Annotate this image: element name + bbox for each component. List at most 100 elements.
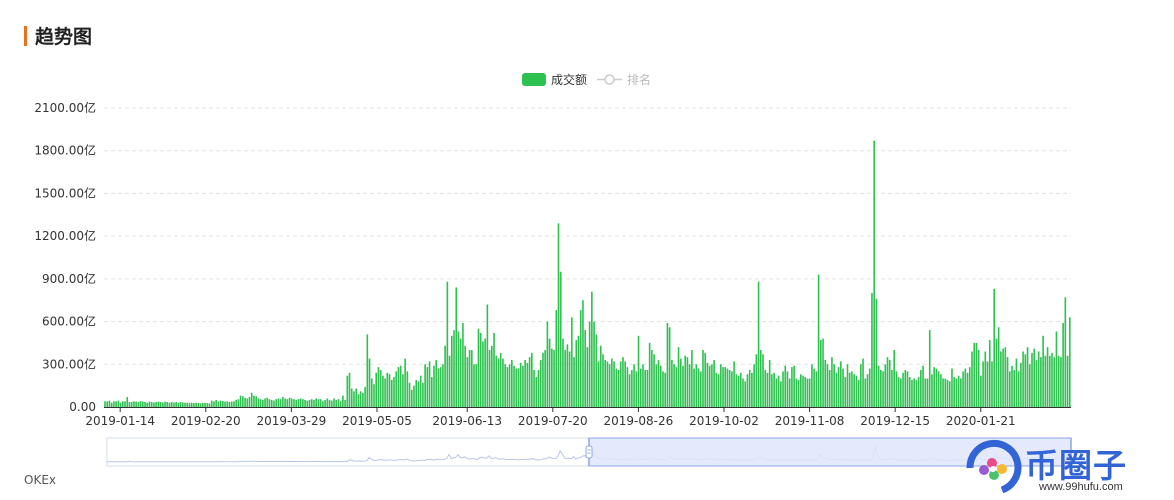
bar: [488, 350, 491, 407]
y-tick-label: 2100.00亿: [34, 100, 96, 115]
bar: [399, 365, 402, 407]
bar: [246, 398, 249, 407]
bar: [568, 351, 571, 407]
bar: [991, 361, 993, 407]
bar: [1022, 351, 1024, 407]
bar: [355, 388, 358, 407]
watermark-flower-icon: [966, 439, 1022, 494]
bar: [324, 399, 326, 407]
bar: [124, 401, 126, 407]
bar: [948, 381, 951, 407]
bar: [366, 334, 369, 407]
bar: [671, 360, 673, 407]
bar: [902, 372, 904, 407]
bar: [962, 371, 964, 407]
bar: [1026, 347, 1029, 407]
bar: [535, 377, 538, 407]
bar: [117, 400, 120, 407]
bar: [571, 317, 573, 407]
bar: [217, 401, 220, 407]
bar: [719, 364, 722, 407]
bar: [877, 365, 880, 407]
bar: [886, 357, 889, 407]
bar: [450, 335, 453, 407]
bar: [699, 371, 702, 407]
bar: [406, 371, 409, 407]
bar: [966, 372, 969, 407]
bar: [159, 402, 162, 407]
bar: [731, 371, 733, 407]
bar: [435, 360, 438, 407]
bar: [468, 350, 471, 407]
bar: [728, 369, 731, 407]
bar: [724, 367, 727, 407]
bar: [115, 401, 117, 407]
bar: [426, 367, 429, 407]
bar: [286, 399, 289, 407]
bar: [395, 371, 398, 407]
bar: [593, 321, 595, 407]
bar: [577, 335, 580, 407]
bar: [944, 378, 947, 407]
bar: [786, 371, 789, 407]
y-tick-label: 300.00亿: [42, 356, 96, 371]
bar: [475, 364, 478, 407]
bar: [633, 364, 635, 407]
bar: [230, 401, 233, 407]
y-tick-label: 900.00亿: [42, 271, 96, 286]
bar: [913, 378, 915, 407]
bar: [628, 374, 631, 407]
bar: [150, 402, 153, 407]
bar: [860, 364, 862, 407]
bar: [302, 399, 304, 407]
bar: [477, 328, 480, 407]
bar: [297, 399, 300, 407]
bar: [539, 360, 542, 407]
bar: [955, 378, 958, 407]
bar: [895, 371, 898, 407]
bar: [384, 378, 386, 407]
bar: [993, 288, 996, 407]
bar: [410, 389, 413, 407]
bar: [386, 372, 389, 407]
bar: [259, 399, 262, 407]
bar: [880, 369, 882, 407]
bar: [533, 369, 535, 407]
bar: [379, 369, 382, 407]
bar: [1040, 357, 1042, 407]
bar: [1031, 352, 1033, 407]
bar: [422, 382, 424, 407]
bar: [542, 352, 544, 407]
bar: [873, 140, 875, 407]
bar: [1044, 355, 1047, 407]
bar: [706, 362, 709, 407]
zoom-handle-left[interactable]: [585, 445, 593, 459]
bar: [273, 400, 275, 407]
bar: [328, 399, 331, 407]
bar: [864, 378, 867, 407]
bar: [766, 372, 769, 407]
bar: [748, 369, 751, 407]
bar: [164, 401, 166, 407]
bar: [1042, 335, 1044, 407]
bar: [646, 369, 649, 407]
bar: [179, 402, 182, 407]
bar: [388, 374, 391, 407]
bar: [199, 403, 202, 407]
bar: [608, 364, 611, 407]
bar: [975, 342, 978, 407]
bar: [130, 402, 133, 407]
bar: [837, 367, 840, 407]
bar: [170, 402, 173, 407]
bar: [210, 400, 213, 407]
bar: [853, 374, 855, 407]
bar: [891, 369, 893, 407]
bar: [688, 364, 691, 407]
bar: [973, 342, 976, 407]
bar: [299, 398, 302, 407]
bar: [524, 360, 526, 407]
bar: [722, 367, 724, 407]
bar: [702, 350, 704, 407]
bar: [448, 355, 451, 407]
bar: [497, 358, 500, 407]
